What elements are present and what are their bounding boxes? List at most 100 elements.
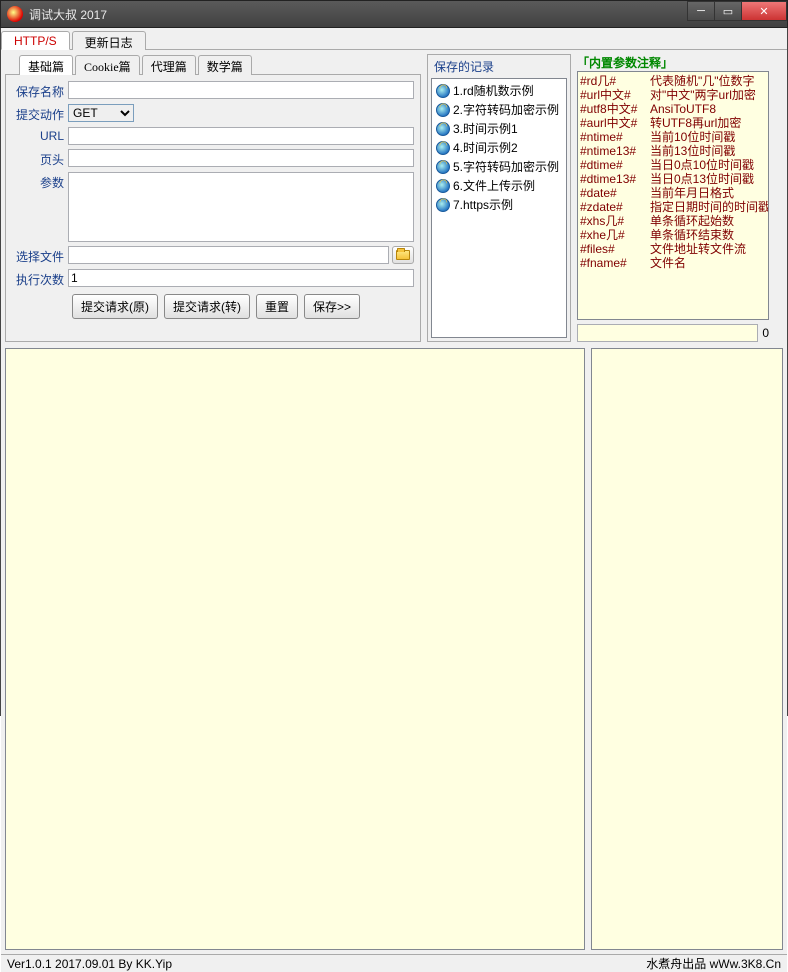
paramhelp-row: #aurl中文#转UTF8再url加密: [580, 116, 766, 130]
savename-input[interactable]: [68, 81, 414, 99]
output-left[interactable]: [5, 348, 585, 950]
submit-raw-button[interactable]: 提交请求(原): [72, 294, 158, 319]
records-panel: 保存的记录 1.rd随机数示例 2.字符转码加密示例 3.时间示例1 4.时间示例2 5…: [427, 54, 571, 342]
paramhelp-row: #rd几#代表随机"几"位数字: [580, 74, 766, 88]
ie-icon: [436, 84, 450, 98]
record-item[interactable]: 4.时间示例2: [434, 138, 564, 157]
times-label: 执行次数: [12, 269, 68, 288]
form-panel: 保存名称 提交动作 GET URL 页头: [5, 74, 421, 342]
submit-conv-button[interactable]: 提交请求(转): [164, 294, 250, 319]
record-item-label: 4.时间示例2: [453, 139, 518, 156]
paramhelp-row: #ntime13#当前13位时间戳: [580, 144, 766, 158]
paramhelp-val: 当日0点13位时间戳: [650, 172, 754, 186]
paramhelp-key: #dtime#: [580, 158, 650, 172]
subtab-basic[interactable]: 基础篇: [19, 55, 73, 75]
savename-label: 保存名称: [12, 81, 68, 100]
times-input[interactable]: [68, 269, 414, 287]
paramhelp-val: 当前年月日格式: [650, 186, 734, 200]
paramhelp-key: #dtime13#: [580, 172, 650, 186]
reset-button[interactable]: 重置: [256, 294, 298, 319]
paramhelp-row: #date#当前年月日格式: [580, 186, 766, 200]
paramhelp-key: #xhe几#: [580, 228, 650, 242]
paramhelp-val: 文件地址转文件流: [650, 242, 746, 256]
paramhelp-key: #ntime#: [580, 130, 650, 144]
paramhelp-val: 当前10位时间戳: [650, 130, 735, 144]
subtab-cookie[interactable]: Cookie篇: [75, 55, 140, 75]
record-item[interactable]: 6.文件上传示例: [434, 176, 564, 195]
file-label: 选择文件: [12, 246, 68, 265]
save-button[interactable]: 保存>>: [304, 294, 360, 319]
paramhelp-box: #rd几#代表随机"几"位数字#url中文#对"中文"两字url加密#utf8中…: [577, 71, 769, 320]
header-input[interactable]: [68, 149, 414, 167]
minimize-button[interactable]: ─: [687, 1, 715, 21]
file-input[interactable]: [68, 246, 389, 264]
paramhelp-row: #xhs几#单条循环起始数: [580, 214, 766, 228]
main-tabs: HTTP/S 更新日志: [1, 28, 787, 50]
paramhelp-row: #fname#文件名: [580, 256, 766, 270]
tab-http[interactable]: HTTP/S: [1, 31, 70, 50]
titlebar: 调试大叔 2017 ─ ▭ ✕: [0, 0, 788, 28]
output-right[interactable]: [591, 348, 783, 950]
records-list[interactable]: 1.rd随机数示例 2.字符转码加密示例 3.时间示例1 4.时间示例2 5.字符转码加…: [431, 78, 567, 338]
subtab-math[interactable]: 数学篇: [198, 55, 252, 75]
paramhelp-key: #xhs几#: [580, 214, 650, 228]
statusbar: Ver1.0.1 2017.09.01 By KK.Yip 水煮舟出品 wWw.…: [1, 954, 787, 972]
browse-button[interactable]: [392, 246, 414, 264]
paramhelp-key: #fname#: [580, 256, 650, 270]
record-item-label: 5.字符转码加密示例: [453, 158, 559, 175]
param-label: 参数: [12, 172, 68, 191]
window-title: 调试大叔 2017: [29, 6, 688, 23]
ie-icon: [436, 160, 450, 174]
paramhelp-row: #files#文件地址转文件流: [580, 242, 766, 256]
paramhelp-val: AnsiToUTF8: [650, 102, 716, 116]
action-label: 提交动作: [12, 104, 68, 123]
paramhelp-key: #zdate#: [580, 200, 650, 214]
paramhelp-val: 单条循环起始数: [650, 214, 734, 228]
param-textarea[interactable]: [68, 172, 414, 242]
url-input[interactable]: [68, 127, 414, 145]
maximize-button[interactable]: ▭: [714, 1, 742, 21]
paramhelp-key: #utf8中文#: [580, 102, 650, 116]
app-icon: [7, 6, 23, 22]
paramhelp-row: #ntime#当前10位时间戳: [580, 130, 766, 144]
record-item-label: 2.字符转码加密示例: [453, 101, 559, 118]
subtab-proxy[interactable]: 代理篇: [142, 55, 196, 75]
paramhelp-val: 对"中文"两字url加密: [650, 88, 756, 102]
paramhelp-panel: 「内置参数注释」 #rd几#代表随机"几"位数字#url中文#对"中文"两字ur…: [577, 54, 769, 342]
paramhelp-val: 文件名: [650, 256, 686, 270]
sub-tabs: 基础篇 Cookie篇 代理篇 数学篇: [19, 54, 421, 74]
record-item[interactable]: 2.字符转码加密示例: [434, 100, 564, 119]
records-title: 保存的记录: [428, 55, 570, 78]
status-right: 水煮舟出品 wWw.3K8.Cn: [646, 955, 781, 972]
tab-updatelog[interactable]: 更新日志: [72, 31, 146, 50]
ie-icon: [436, 103, 450, 117]
paramhelp-val: 指定日期时间的时间戳: [650, 200, 769, 214]
paramhelp-val: 当前13位时间戳: [650, 144, 735, 158]
action-select[interactable]: GET: [68, 104, 134, 122]
paramhelp-val: 单条循环结束数: [650, 228, 734, 242]
paramhelp-key: #aurl中文#: [580, 116, 650, 130]
folder-icon: [396, 250, 410, 260]
window-buttons: ─ ▭ ✕: [688, 1, 787, 21]
record-item-label: 1.rd随机数示例: [453, 82, 534, 99]
record-item[interactable]: 5.字符转码加密示例: [434, 157, 564, 176]
record-item[interactable]: 7.https示例: [434, 195, 564, 214]
ie-icon: [436, 141, 450, 155]
paramhelp-val: 代表随机"几"位数字: [650, 74, 755, 88]
paramhelp-row: #dtime#当日0点10位时间戳: [580, 158, 766, 172]
record-item-label: 3.时间示例1: [453, 120, 518, 137]
record-item[interactable]: 3.时间示例1: [434, 119, 564, 138]
ie-icon: [436, 179, 450, 193]
paramhelp-search-input[interactable]: [577, 324, 758, 342]
paramhelp-row: #zdate#指定日期时间的时间戳: [580, 200, 766, 214]
close-button[interactable]: ✕: [741, 1, 787, 21]
paramhelp-row: #utf8中文#AnsiToUTF8: [580, 102, 766, 116]
paramhelp-key: #date#: [580, 186, 650, 200]
header-label: 页头: [12, 149, 68, 168]
url-label: URL: [12, 127, 68, 143]
record-item[interactable]: 1.rd随机数示例: [434, 81, 564, 100]
paramhelp-row: #xhe几#单条循环结束数: [580, 228, 766, 242]
paramhelp-title: 「内置参数注释」: [577, 54, 769, 71]
paramhelp-row: #url中文#对"中文"两字url加密: [580, 88, 766, 102]
paramhelp-counter: 0: [762, 326, 769, 340]
